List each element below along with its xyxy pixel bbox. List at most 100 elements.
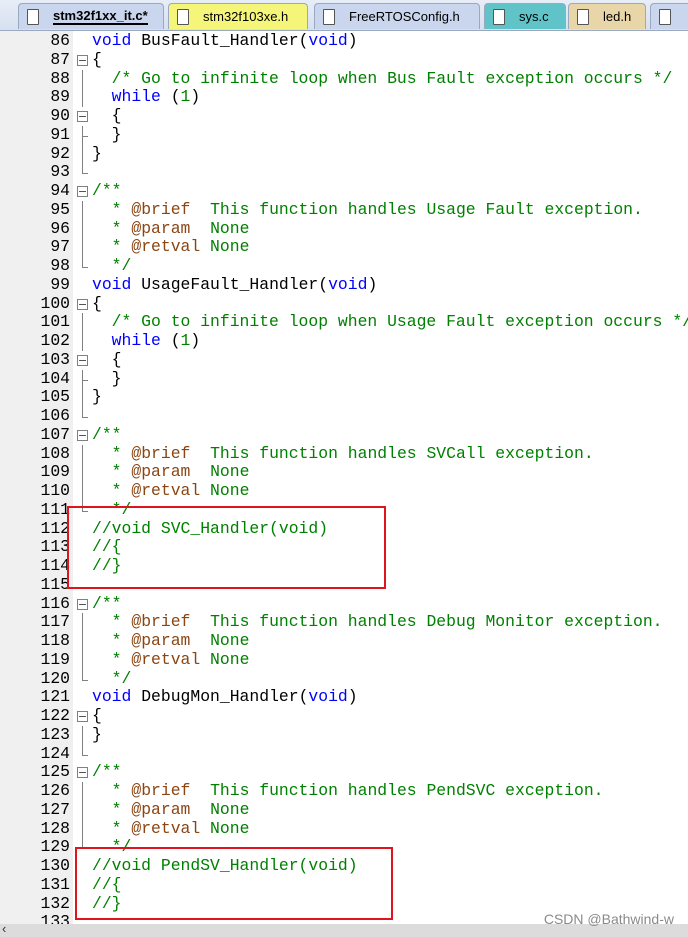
fold-guide	[76, 782, 90, 801]
code-text: while (1)	[92, 87, 201, 107]
fold-collapse-icon[interactable]	[76, 707, 90, 726]
line-number: 92	[50, 143, 70, 163]
tab-sys-c[interactable]: sys.c	[484, 3, 566, 29]
code-text: * @param None	[92, 631, 250, 651]
code-line[interactable]: 127 * @param None	[0, 799, 688, 820]
code-line[interactable]: 91 }	[0, 125, 688, 145]
code-token: void	[92, 274, 132, 294]
code-token: *	[92, 649, 132, 669]
code-editor[interactable]: 86 void BusFault_Handler(void) 87 {88 /* Go…	[0, 32, 688, 924]
code-line[interactable]: 92}	[0, 143, 688, 164]
code-token: *	[92, 631, 132, 650]
code-line[interactable]: 99 void UsageFault_Handler(void)	[0, 274, 688, 295]
code-text: * @brief This function handles PendSVC e…	[92, 781, 604, 801]
code-line[interactable]: 106	[0, 406, 688, 426]
fold-guide	[76, 125, 90, 145]
code-line[interactable]: 120 */	[0, 668, 688, 689]
code-token: /**	[92, 424, 122, 444]
fold-guide	[76, 632, 90, 651]
code-line[interactable]: 107 /**	[0, 424, 688, 445]
code-text: * @brief This function handles SVCall ex…	[92, 444, 594, 464]
code-line[interactable]: 110 * @retval None	[0, 481, 688, 501]
code-token: void	[308, 687, 348, 707]
code-token: {	[92, 293, 102, 313]
code-line[interactable]: 93	[0, 162, 688, 182]
fold-collapse-icon[interactable]	[76, 763, 90, 782]
code-line[interactable]: 86 void BusFault_Handler(void)	[0, 32, 688, 51]
code-line[interactable]: 126 * @brief This function handles PendS…	[0, 781, 688, 801]
code-line[interactable]: 118 * @param None	[0, 631, 688, 651]
scroll-left-icon[interactable]: ‹	[2, 921, 6, 936]
code-line[interactable]: 119 * @retval None	[0, 649, 688, 670]
code-token: @brief	[131, 199, 191, 219]
fold-collapse-icon[interactable]	[76, 107, 90, 126]
code-text: }	[92, 143, 102, 164]
code-line[interactable]: 98 */	[0, 256, 688, 276]
fold-collapse-icon[interactable]	[76, 595, 90, 614]
fold-collapse-icon[interactable]	[76, 426, 90, 445]
tab-stm32f1xx-it-c-[interactable]: stm32f1xx_it.c*	[18, 3, 164, 29]
code-token: )	[190, 87, 201, 107]
line-number: 106	[40, 406, 70, 425]
code-line[interactable]: 90 {	[0, 106, 688, 126]
line-number: 96	[50, 218, 70, 238]
line-number: 121	[40, 687, 70, 707]
fold-collapse-icon[interactable]	[76, 295, 90, 314]
code-line[interactable]: 104 }	[0, 368, 688, 389]
code-line[interactable]: 89 while (1)	[0, 87, 688, 107]
code-token: }	[92, 143, 102, 163]
fold-collapse-icon[interactable]	[76, 351, 90, 370]
code-line[interactable]: 95 * @brief This function handles Usage …	[0, 199, 688, 220]
fold-guide	[76, 257, 90, 276]
code-text: /* Go to infinite loop when Bus Fault ex…	[92, 69, 673, 89]
tab-more[interactable]	[650, 3, 688, 29]
fold-collapse-icon[interactable]	[76, 51, 90, 70]
code-token: This function handles PendSVC exception.	[190, 781, 604, 800]
tab-led-h[interactable]: led.h	[568, 3, 646, 29]
tab-stm32f103xe-h[interactable]: stm32f103xe.h	[168, 3, 308, 29]
code-token: }	[92, 724, 102, 744]
code-line[interactable]: 117 * @brief This function handles Debug…	[0, 612, 688, 632]
code-line[interactable]: 87 {	[0, 49, 688, 70]
code-line[interactable]: 88 /* Go to infinite loop when Bus Fault…	[0, 69, 688, 89]
code-line[interactable]: 101 /* Go to infinite loop when Usage Fa…	[0, 312, 688, 332]
line-number: 118	[40, 631, 70, 650]
code-token: /**	[92, 181, 122, 200]
fold-guide	[76, 407, 90, 426]
code-line[interactable]: 96 * @param None	[0, 218, 688, 239]
code-line[interactable]: 123}	[0, 724, 688, 745]
fold-collapse-icon[interactable]	[76, 182, 90, 201]
code-line[interactable]: 103 {	[0, 350, 688, 370]
code-token: {	[92, 49, 102, 69]
code-line[interactable]: 102 while (1)	[0, 331, 688, 351]
code-line[interactable]: 105}	[0, 387, 688, 407]
code-line[interactable]: 100 {	[0, 293, 688, 314]
code-line[interactable]: 121 void DebugMon_Handler(void)	[0, 687, 688, 707]
code-token: *	[92, 199, 132, 219]
code-token: *	[92, 799, 132, 819]
code-token: *	[92, 481, 132, 500]
watermark: CSDN @Bathwind-w	[543, 911, 674, 927]
code-line[interactable]: 94 /**	[0, 181, 688, 201]
fold-guide	[76, 276, 90, 295]
code-line[interactable]: 122 {	[0, 706, 688, 726]
code-text: /* Go to infinite loop when Usage Fault …	[92, 312, 688, 332]
code-token: @param	[131, 631, 191, 650]
code-line[interactable]: 116 /**	[0, 594, 688, 614]
line-number: 104	[40, 368, 70, 388]
code-text: /**	[92, 424, 122, 445]
code-token: */	[92, 668, 132, 688]
code-line[interactable]: 97 * @retval None	[0, 237, 688, 257]
code-token: UsageFault_Handler(	[131, 274, 329, 294]
code-text: * @retval None	[92, 819, 250, 839]
code-line[interactable]: 125 /**	[0, 762, 688, 782]
code-line[interactable]: 128 * @retval None	[0, 819, 688, 839]
line-number: 98	[50, 256, 70, 275]
code-line[interactable]: 124	[0, 744, 688, 764]
code-line[interactable]: 109 * @param None	[0, 462, 688, 482]
tab-freertosconfig-h[interactable]: FreeRTOSConfig.h	[314, 3, 480, 29]
code-token: @retval	[131, 481, 201, 500]
code-text: void UsageFault_Handler(void)	[92, 274, 377, 295]
code-text: * @retval None	[92, 481, 250, 501]
code-line[interactable]: 108 * @brief This function handles SVCal…	[0, 444, 688, 464]
